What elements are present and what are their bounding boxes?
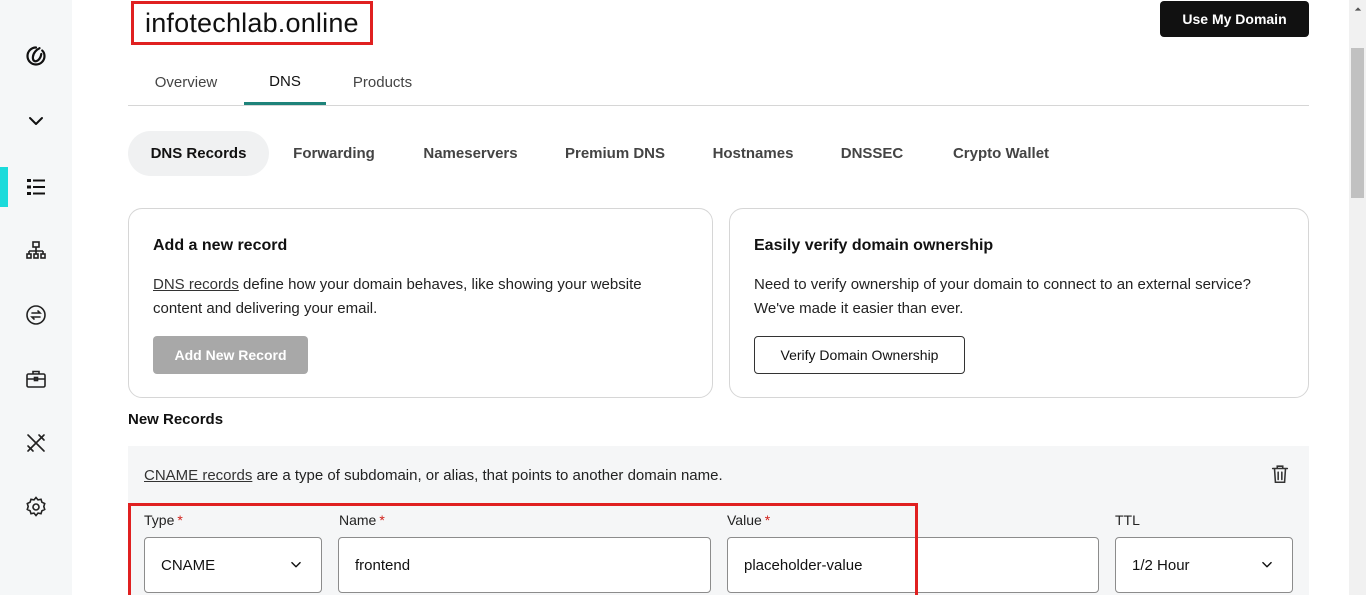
verify-ownership-card: Easily verify domain ownership Need to v… bbox=[729, 208, 1309, 398]
briefcase-icon[interactable] bbox=[0, 359, 72, 399]
add-record-text-line1: define how your domain behaves, like sho… bbox=[238, 276, 642, 293]
add-record-text-line2: content and delivering your email. bbox=[153, 300, 378, 317]
subtab-dns-records[interactable]: DNS Records bbox=[128, 131, 269, 176]
tab-overview[interactable]: Overview bbox=[128, 60, 244, 105]
settings-icon[interactable] bbox=[0, 487, 72, 527]
scroll-up-arrow-icon[interactable] bbox=[1349, 0, 1366, 17]
chevron-down-icon bbox=[291, 561, 301, 568]
cname-description-text: are a type of subdomain, or alias, that … bbox=[252, 467, 723, 484]
tools-icon[interactable] bbox=[0, 423, 72, 463]
subtab-forwarding[interactable]: Forwarding bbox=[273, 131, 395, 176]
ttl-select[interactable]: 1/2 Hour bbox=[1115, 537, 1293, 593]
value-label: Value * bbox=[727, 512, 771, 528]
name-input[interactable]: frontend bbox=[338, 537, 711, 593]
add-record-description: DNS records define how your domain behav… bbox=[153, 273, 642, 321]
verify-ownership-title: Easily verify domain ownership bbox=[754, 237, 994, 254]
subtab-nameservers[interactable]: Nameservers bbox=[404, 131, 537, 176]
cname-description: CNAME records are a type of subdomain, o… bbox=[144, 467, 723, 484]
subtab-dnssec[interactable]: DNSSEC bbox=[822, 131, 922, 176]
verify-text-line2: We've made it easier than ever. bbox=[754, 300, 964, 317]
scrollbar-thumb[interactable] bbox=[1351, 48, 1364, 198]
subtab-crypto-wallet[interactable]: Crypto Wallet bbox=[931, 131, 1071, 176]
add-record-card: Add a new record DNS records define how … bbox=[128, 208, 713, 398]
left-sidebar bbox=[0, 0, 72, 595]
chevron-down-icon[interactable] bbox=[0, 101, 72, 141]
verify-domain-ownership-button[interactable]: Verify Domain Ownership bbox=[754, 336, 965, 374]
cname-records-link[interactable]: CNAME records bbox=[144, 467, 252, 484]
name-input-value: frontend bbox=[355, 556, 411, 574]
main-tabs: Overview DNS Products bbox=[128, 60, 1309, 106]
domain-title: infotechlab.online bbox=[131, 1, 373, 45]
vertical-scrollbar[interactable] bbox=[1349, 0, 1366, 595]
sitemap-icon[interactable] bbox=[0, 231, 72, 271]
use-my-domain-button[interactable]: Use My Domain bbox=[1160, 1, 1309, 37]
chevron-down-icon bbox=[1262, 561, 1272, 568]
delete-record-button[interactable] bbox=[1269, 463, 1291, 485]
name-label: Name * bbox=[339, 512, 385, 528]
type-label: Type * bbox=[144, 512, 183, 528]
add-new-record-button[interactable]: Add New Record bbox=[153, 336, 308, 374]
verify-ownership-description: Need to verify ownership of your domain … bbox=[754, 273, 1251, 321]
new-record-panel: CNAME records are a type of subdomain, o… bbox=[128, 446, 1309, 595]
ttl-label: TTL bbox=[1115, 512, 1140, 528]
type-select-value: CNAME bbox=[161, 556, 216, 574]
new-records-title: New Records bbox=[128, 411, 224, 428]
subtab-hostnames[interactable]: Hostnames bbox=[693, 131, 813, 176]
trash-icon bbox=[1271, 465, 1289, 484]
verify-text-line1: Need to verify ownership of your domain … bbox=[754, 276, 1251, 293]
ttl-select-value: 1/2 Hour bbox=[1132, 556, 1190, 574]
dns-records-link[interactable]: DNS records bbox=[153, 276, 239, 293]
type-select[interactable]: CNAME bbox=[144, 537, 322, 593]
dns-list-icon[interactable] bbox=[0, 167, 72, 207]
add-record-title: Add a new record bbox=[153, 237, 288, 254]
godaddy-logo-icon[interactable] bbox=[0, 36, 72, 76]
transfer-icon[interactable] bbox=[0, 295, 72, 335]
value-input-value: placeholder-value bbox=[744, 556, 863, 574]
tab-products[interactable]: Products bbox=[326, 60, 439, 105]
subtab-premium-dns[interactable]: Premium DNS bbox=[546, 131, 684, 176]
value-input[interactable]: placeholder-value bbox=[727, 537, 1099, 593]
tab-dns[interactable]: DNS bbox=[244, 60, 326, 105]
